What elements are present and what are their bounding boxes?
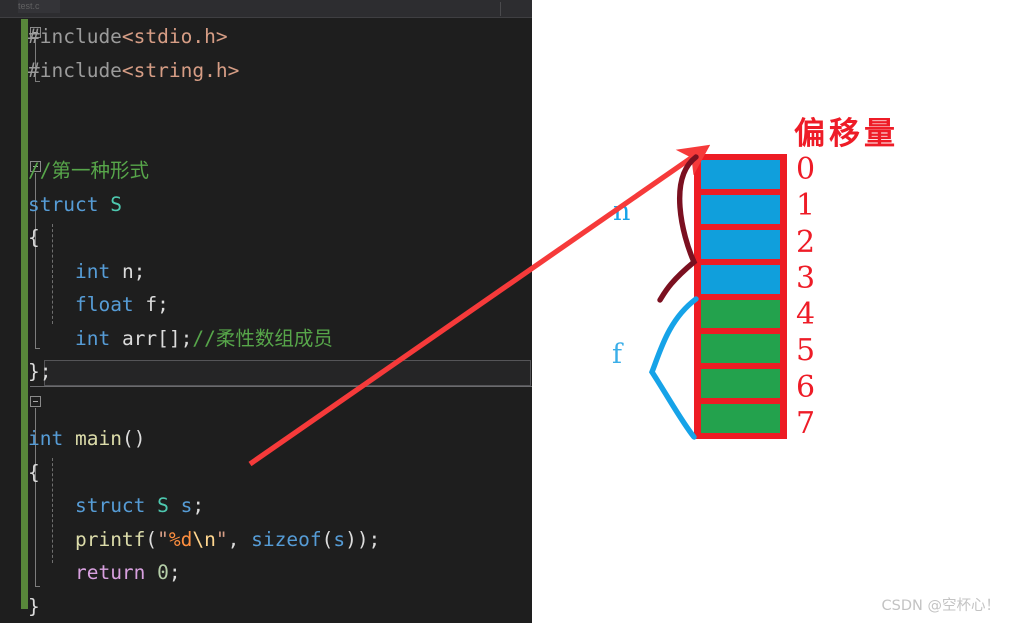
- code-line[interactable]: return 0;: [28, 556, 532, 590]
- code-token: f;: [133, 293, 169, 316]
- code-line[interactable]: [28, 87, 532, 121]
- memory-cell: [701, 369, 780, 399]
- offset-number: 0: [796, 152, 816, 188]
- offset-number: 6: [796, 369, 816, 405]
- code-line[interactable]: [28, 121, 532, 155]
- screenshot-root: test.c #include<stdio.h> #include<string.…: [0, 0, 1017, 623]
- code-line[interactable]: printf("%d\n", sizeof(s));: [28, 523, 532, 557]
- code-token: s: [333, 527, 346, 551]
- code-line[interactable]: }: [28, 590, 532, 623]
- code-token: //柔性数组成员: [192, 326, 333, 350]
- code-token: #include: [28, 58, 122, 82]
- code-line[interactable]: };: [28, 355, 532, 389]
- code-token: ;: [192, 494, 205, 517]
- code-token: struct: [74, 494, 146, 517]
- memory-cell: [701, 334, 780, 364]
- memory-cell: [701, 264, 780, 294]
- code-token: S: [157, 494, 169, 517]
- editor-tab[interactable]: test.c: [18, 0, 60, 13]
- code-token: %d: [168, 527, 193, 551]
- offset-column-title: 偏移量: [794, 116, 899, 152]
- editor-gutter: [0, 18, 21, 623]
- code-token: \n: [192, 527, 216, 551]
- code-token: int: [28, 427, 64, 450]
- code-line[interactable]: struct S s;: [28, 489, 532, 523]
- code-token: {: [28, 226, 40, 249]
- code-line[interactable]: #include<string.h>: [28, 54, 532, 88]
- offset-number: 7: [796, 405, 816, 441]
- tab-strip-underline: [0, 17, 532, 18]
- code-token: sizeof: [251, 527, 322, 551]
- code-line[interactable]: {: [28, 456, 532, 490]
- memory-cell: [701, 229, 780, 259]
- memory-cell: [701, 194, 780, 224]
- offset-number-column: 01234567: [796, 152, 856, 442]
- code-token: (): [121, 427, 146, 450]
- memory-cell: [701, 160, 780, 189]
- code-line[interactable]: {: [28, 221, 532, 255]
- code-token: ": [215, 527, 228, 551]
- offset-number: 3: [796, 260, 816, 296]
- code-token: return: [74, 561, 146, 584]
- code-text[interactable]: #include<stdio.h> #include<string.h> //第一…: [28, 20, 532, 623]
- code-line[interactable]: float f;: [28, 288, 532, 322]
- code-token: (: [145, 527, 158, 551]
- code-line[interactable]: //第一种形式: [28, 154, 532, 188]
- offset-number: 2: [796, 224, 816, 260]
- code-token: };: [28, 360, 52, 383]
- memory-cell: [701, 299, 780, 329]
- code-token: <string.h>: [121, 58, 240, 82]
- code-token: int: [74, 259, 111, 283]
- code-token: S: [110, 192, 122, 216]
- code-line[interactable]: int n;: [28, 255, 532, 289]
- code-token: int: [74, 326, 111, 350]
- code-token: (: [321, 527, 334, 551]
- code-token: 0: [157, 561, 169, 584]
- member-label-f: f: [612, 339, 622, 370]
- code-token: //第一种形式: [28, 159, 149, 182]
- code-token: <stdio.h>: [121, 25, 228, 48]
- offset-number: 1: [796, 188, 816, 224]
- tab-strip-divider: [500, 2, 501, 16]
- offset-number: 5: [796, 333, 816, 369]
- code-token: s: [180, 494, 193, 517]
- member-label-n: n: [613, 196, 631, 227]
- code-token: #include: [28, 25, 122, 48]
- code-token: ": [157, 527, 169, 551]
- code-token: printf: [74, 527, 146, 551]
- memory-block: [694, 154, 787, 439]
- code-line[interactable]: struct S: [28, 188, 532, 222]
- code-line[interactable]: int arr[];//柔性数组成员: [28, 322, 532, 356]
- code-token: }: [28, 594, 40, 618]
- code-token: ));: [345, 527, 381, 551]
- code-token: struct: [28, 192, 99, 216]
- code-token: float: [74, 293, 134, 316]
- offset-number: 4: [796, 297, 816, 333]
- change-bar-indicator: [21, 19, 28, 609]
- code-token: arr[];: [110, 326, 193, 350]
- editor-tab-strip: test.c: [0, 0, 532, 18]
- code-line[interactable]: [28, 389, 532, 423]
- watermark: CSDN @空杯心！: [881, 598, 1000, 614]
- code-editor-pane: test.c #include<stdio.h> #include<string.…: [0, 0, 532, 623]
- code-token: main: [74, 427, 122, 450]
- code-line[interactable]: #include<stdio.h>: [28, 20, 532, 54]
- code-token: {: [28, 460, 40, 484]
- memory-cell: [701, 404, 780, 433]
- code-line[interactable]: int main(): [28, 422, 532, 456]
- code-token: n;: [110, 259, 146, 283]
- code-token: ,: [227, 527, 252, 551]
- code-token: ;: [168, 561, 181, 584]
